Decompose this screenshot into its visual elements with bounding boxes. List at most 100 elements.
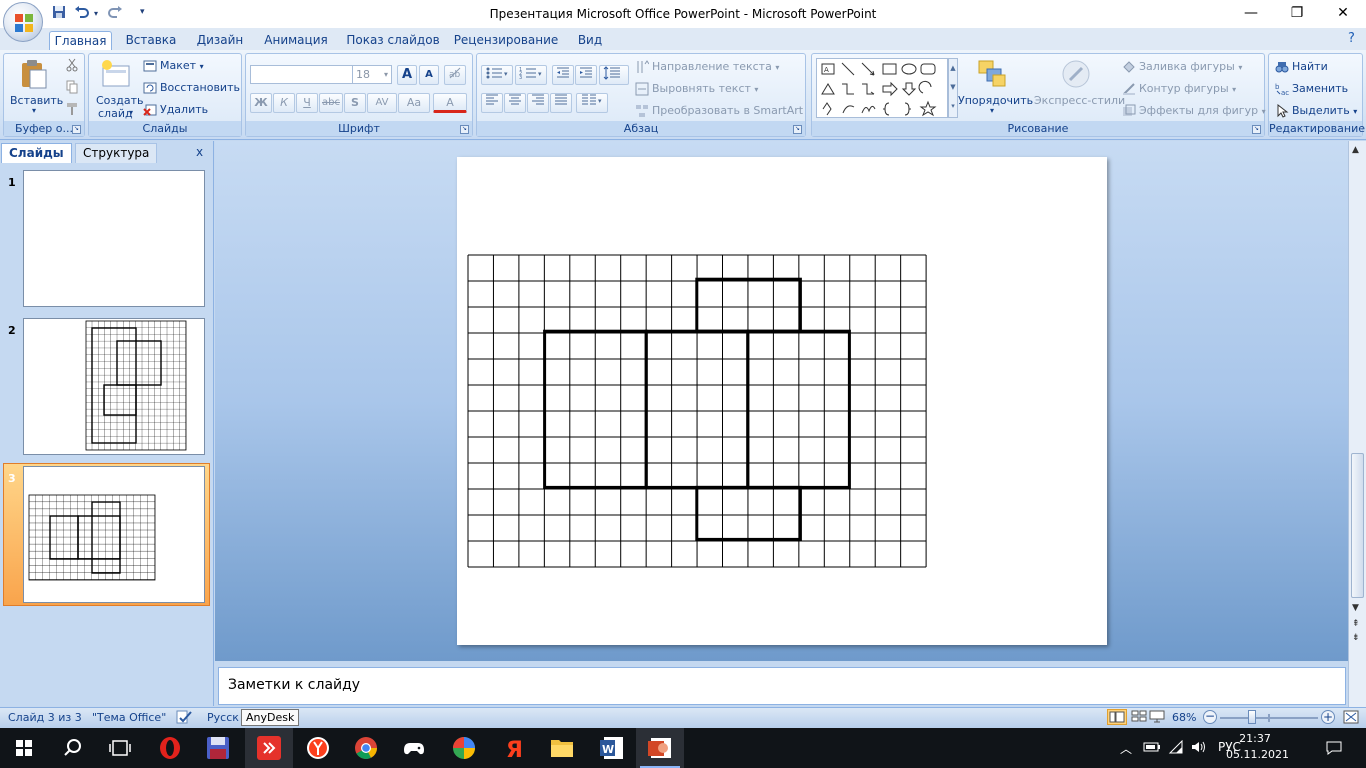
slide-thumbnail-1[interactable] (23, 170, 205, 307)
theme-name[interactable]: "Тема Office" (92, 711, 166, 724)
shrink-font-button[interactable]: A (419, 65, 439, 85)
zoom-slider-thumb[interactable] (1248, 710, 1256, 724)
shadow-button[interactable]: S (344, 93, 366, 113)
shape-effects-button[interactable]: Эффекты для фигур ▾ (1122, 104, 1266, 118)
fit-to-window-icon[interactable] (1342, 709, 1360, 728)
format-painter-icon[interactable] (66, 102, 78, 119)
office-button[interactable] (3, 2, 43, 42)
shape-outline-button[interactable]: Контур фигуры ▾ (1122, 82, 1236, 96)
increase-indent-button[interactable] (575, 65, 597, 85)
scroll-down-icon[interactable]: ▼ (1352, 603, 1359, 613)
games-app[interactable] (390, 728, 438, 768)
arrange-button[interactable]: Упорядочить (958, 94, 1033, 107)
new-slide-dropdown-icon[interactable]: ▾ (129, 108, 133, 117)
ball-app[interactable] (440, 728, 488, 768)
layout-button[interactable]: Макет ▾ (143, 59, 204, 73)
font-size-combo[interactable]: 18 ▾ (352, 65, 392, 84)
bold-button[interactable]: Ж (250, 93, 272, 113)
decrease-indent-button[interactable] (552, 65, 574, 85)
italic-button[interactable]: К (273, 93, 295, 113)
current-slide[interactable] (457, 157, 1107, 645)
strikethrough-button[interactable]: abc (319, 93, 343, 113)
scrollbar-thumb[interactable] (1351, 453, 1364, 598)
vertical-scrollbar[interactable]: ▲ ▼ ⇞ ⇟ (1348, 141, 1366, 707)
align-right-button[interactable] (527, 93, 549, 113)
delete-button[interactable]: Удалить (143, 103, 208, 117)
smartart-button[interactable]: Преобразовать в SmartArt (635, 104, 803, 118)
select-button[interactable]: Выделить ▾ (1275, 104, 1357, 118)
slideshow-view-icon[interactable] (1148, 709, 1166, 726)
paste-dropdown-icon[interactable]: ▾ (32, 106, 36, 115)
new-slide-label-2[interactable]: слайд (98, 107, 133, 120)
spell-check-icon[interactable] (175, 709, 193, 728)
cut-icon[interactable] (66, 58, 78, 75)
font-color-button[interactable]: A (433, 93, 467, 113)
tab-animation[interactable]: Анимация (258, 31, 334, 50)
shapes-gallery[interactable]: A (816, 58, 948, 118)
next-slide-icon[interactable]: ⇟ (1352, 633, 1360, 643)
zoom-in-button[interactable]: + (1321, 710, 1335, 724)
underline-button[interactable]: Ч (296, 93, 318, 113)
zoom-out-button[interactable]: − (1203, 710, 1217, 724)
yandex-browser-app[interactable] (294, 728, 342, 768)
tab-slides[interactable]: Слайды (1, 143, 72, 163)
yandex-app[interactable]: Я (490, 728, 538, 768)
char-spacing-button[interactable]: AV (367, 93, 397, 113)
system-clock[interactable]: 21:37 05.11.2021 (1226, 731, 1289, 763)
align-text-button[interactable]: Выровнять текст ▾ (635, 82, 758, 96)
close-button[interactable]: ✕ (1320, 0, 1366, 28)
shapes-gallery-scroll[interactable]: ▲ ▼ ▾ (948, 58, 958, 118)
drawing-dialog-launcher[interactable]: ↘ (1252, 125, 1261, 134)
paragraph-dialog-launcher[interactable]: ↘ (793, 125, 802, 134)
font-name-combo[interactable] (250, 65, 353, 84)
align-center-button[interactable] (504, 93, 526, 113)
slide-thumbnail-3[interactable] (23, 466, 205, 603)
zoom-level[interactable]: 68% (1172, 711, 1196, 724)
paste-button[interactable]: Вставить (10, 94, 63, 107)
previous-slide-icon[interactable]: ⇞ (1352, 619, 1360, 629)
language-indicator[interactable]: Русск (207, 711, 239, 724)
battery-icon[interactable] (1143, 740, 1161, 757)
change-case-button[interactable]: Aa (398, 93, 430, 113)
quick-styles-button[interactable]: Экспресс-стили (1034, 94, 1125, 107)
start-button[interactable] (0, 728, 48, 768)
reset-button[interactable]: Восстановить (143, 81, 240, 95)
slide-thumbnail-2[interactable] (23, 318, 205, 455)
show-hidden-icons[interactable]: ︿ (1120, 740, 1132, 757)
panel-close-icon[interactable]: x (196, 145, 203, 159)
opera-app[interactable] (146, 728, 194, 768)
tab-view[interactable]: Вид (570, 31, 610, 50)
anydesk-app[interactable] (245, 728, 293, 768)
minimize-button[interactable]: — (1228, 0, 1274, 28)
tab-review[interactable]: Рецензирование (452, 31, 560, 50)
save-app[interactable] (194, 728, 242, 768)
grow-font-button[interactable]: A (397, 65, 417, 85)
arrange-dropdown-icon[interactable]: ▾ (990, 106, 994, 115)
numbering-button[interactable]: 1 2 3 ▾ (515, 65, 547, 85)
help-icon[interactable]: ? (1348, 31, 1355, 46)
justify-button[interactable] (550, 93, 572, 113)
file-explorer-app[interactable] (538, 728, 586, 768)
notes-pane[interactable]: Заметки к слайду (218, 667, 1346, 705)
wifi-icon[interactable] (1168, 739, 1184, 757)
tab-design[interactable]: Дизайн (192, 31, 248, 50)
restore-button[interactable]: ❐ (1274, 0, 1320, 28)
bullets-button[interactable]: ▾ (481, 65, 513, 85)
shape-fill-button[interactable]: Заливка фигуры ▾ (1122, 60, 1242, 74)
word-app[interactable]: W (588, 728, 636, 768)
font-dialog-launcher[interactable]: ↘ (460, 125, 469, 134)
clipboard-dialog-launcher[interactable]: ↘ (72, 125, 81, 134)
tab-outline[interactable]: Структура (75, 143, 158, 163)
notifications-icon[interactable] (1325, 740, 1343, 759)
search-button[interactable] (48, 728, 96, 768)
columns-button[interactable]: ▾ (576, 93, 608, 113)
chrome-app[interactable] (342, 728, 390, 768)
replace-button[interactable]: b ac Заменить (1275, 82, 1348, 96)
slide-grid-drawing[interactable] (457, 157, 1107, 645)
tab-insert[interactable]: Вставка (120, 31, 182, 50)
line-spacing-button[interactable] (599, 65, 629, 85)
clear-format-button[interactable]: ab (444, 65, 466, 85)
slide-sorter-icon[interactable] (1130, 709, 1148, 726)
copy-icon[interactable] (66, 80, 78, 97)
powerpoint-app[interactable] (636, 728, 684, 768)
